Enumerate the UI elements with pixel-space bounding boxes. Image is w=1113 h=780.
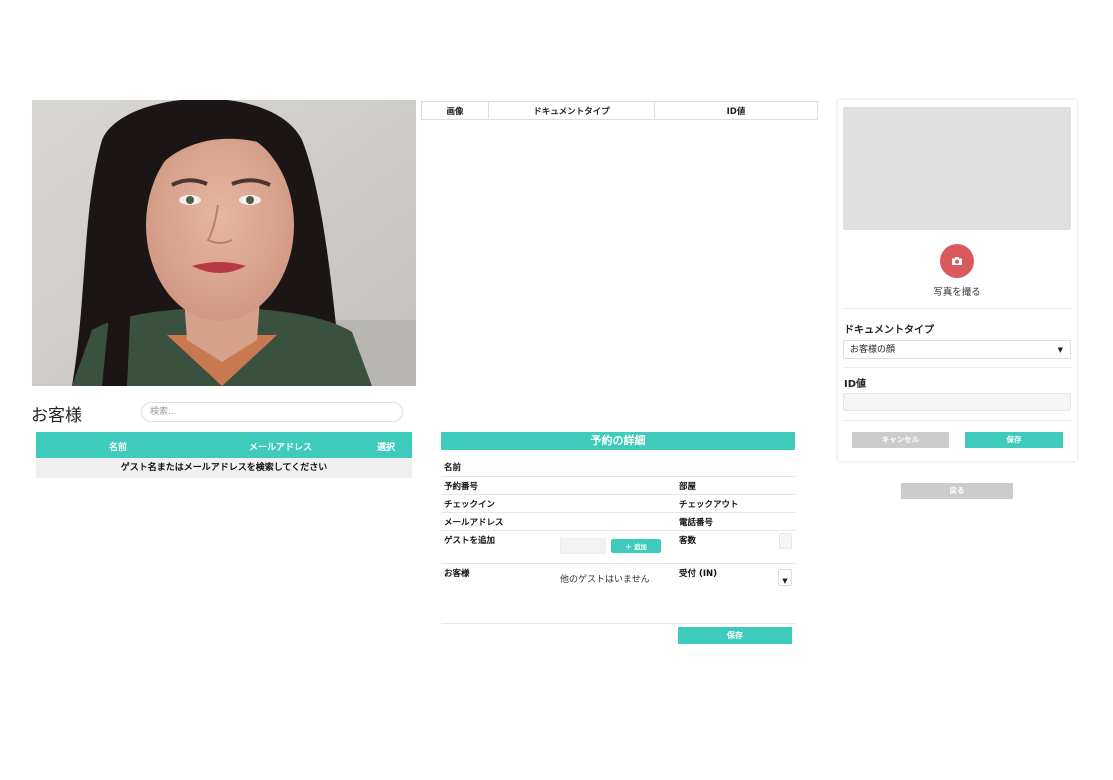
column-document-type: ドキュメントタイプ (489, 102, 655, 119)
document-type-label: ドキュメントタイプ (844, 325, 934, 336)
divider (441, 476, 795, 477)
reception-select[interactable]: ▼ (778, 569, 792, 586)
reservation-name-label: 名前 (444, 463, 462, 473)
camera-icon (952, 257, 962, 265)
document-type-value: お客様の顔 (850, 345, 896, 355)
guest-search-input[interactable] (141, 402, 403, 422)
column-select: 選択 (377, 443, 396, 453)
no-other-guests-message: 他のゲストはいません (560, 575, 650, 585)
cancel-button[interactable]: キャンセル (852, 432, 949, 448)
document-table-header: 画像 ドキュメントタイプ ID値 (421, 101, 818, 120)
document-type-select[interactable]: お客様の顔 ▼ (843, 340, 1071, 359)
divider (441, 623, 795, 624)
divider (441, 512, 795, 513)
phone-label: 電話番号 (679, 518, 714, 528)
take-photo-button[interactable] (940, 244, 974, 278)
divider (441, 494, 795, 495)
divider (843, 367, 1071, 368)
guest-count-input[interactable] (779, 533, 792, 549)
email-label: メールアドレス (444, 518, 504, 528)
reservation-details-title: 予約の詳細 (441, 432, 795, 450)
column-image: 画像 (422, 102, 489, 119)
id-value-label: ID値 (844, 379, 867, 390)
caret-down-icon: ▼ (782, 577, 788, 585)
guests-title: お客様 (31, 406, 82, 426)
guests-label: お客様 (444, 569, 470, 579)
checkout-label: チェックアウト (679, 500, 739, 510)
add-guest-label: ゲストを追加 (444, 536, 496, 546)
guest-table-empty-message: ゲスト名またはメールアドレスを検索してください (36, 458, 412, 478)
camera-preview (843, 107, 1071, 230)
save-document-button[interactable]: 保存 (965, 432, 1063, 448)
reception-label: 受付 (IN) (679, 569, 718, 579)
column-id-value: ID値 (726, 106, 746, 117)
divider (843, 420, 1071, 421)
take-photo-label: 写真を撮る (933, 287, 981, 298)
id-value-input[interactable] (843, 393, 1071, 411)
guest-count-label: 客数 (679, 536, 697, 546)
add-guest-button[interactable]: ＋ 追加 (611, 539, 661, 553)
guest-table-header: 名前 メールアドレス 選択 (36, 432, 412, 458)
back-button[interactable]: 戻る (901, 483, 1013, 499)
reservation-number-label: 予約番号 (444, 482, 479, 492)
divider (843, 308, 1071, 309)
column-name: 名前 (109, 443, 128, 453)
add-guest-input[interactable] (560, 538, 606, 554)
save-reservation-button[interactable]: 保存 (678, 627, 792, 644)
checkin-label: チェックイン (444, 500, 496, 510)
divider (441, 563, 795, 564)
divider (441, 530, 795, 531)
caret-down-icon: ▼ (1057, 346, 1063, 354)
column-email: メールアドレス (249, 443, 313, 453)
captured-face-photo (32, 100, 416, 386)
room-label: 部屋 (679, 482, 697, 492)
